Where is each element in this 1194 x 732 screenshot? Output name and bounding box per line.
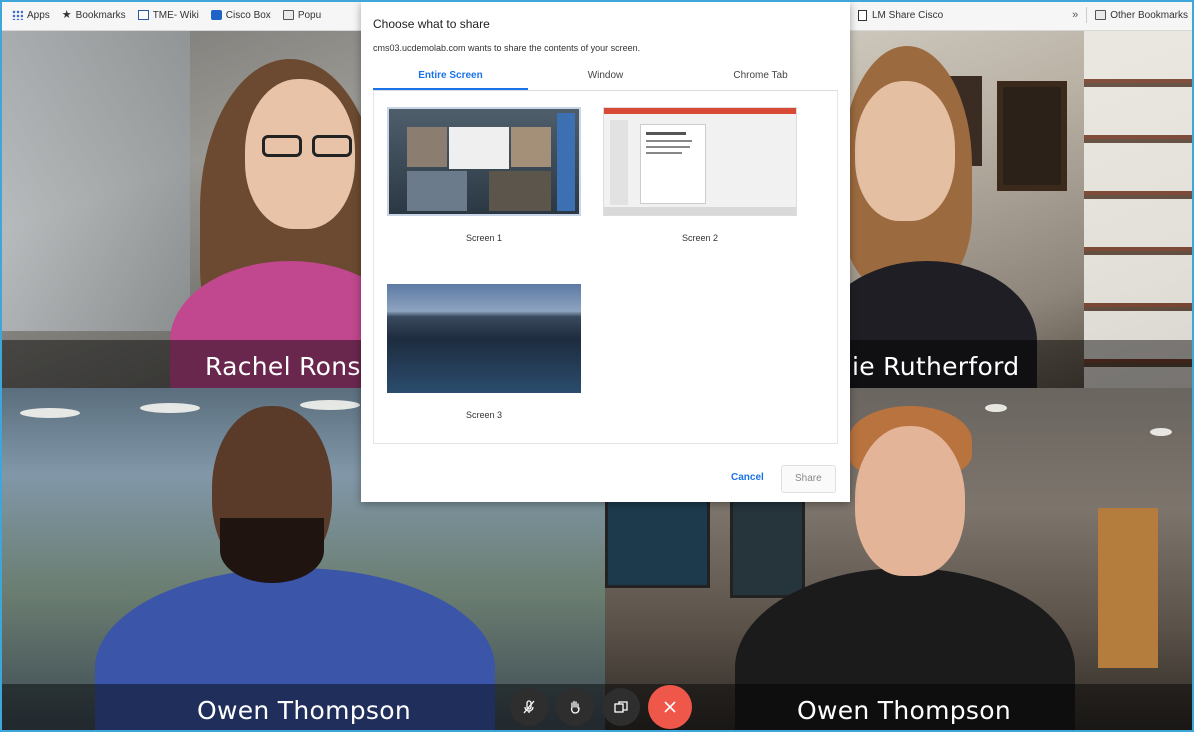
- tab-entire-screen[interactable]: Entire Screen: [373, 64, 528, 90]
- doc-icon: [858, 9, 867, 21]
- layout-button[interactable]: [602, 688, 640, 726]
- bookmark-label: TME- Wiki: [152, 9, 199, 21]
- end-call-icon: [664, 701, 676, 713]
- share-tabs: Entire Screen Window Chrome Tab: [373, 64, 838, 91]
- bookmark-label: Bookmarks: [75, 9, 126, 21]
- bookmark-label: Cisco Box: [225, 9, 271, 21]
- dialog-title: Choose what to share: [373, 17, 490, 31]
- bookmark-other[interactable]: Other Bookmarks: [1095, 10, 1188, 21]
- participant-name: Rachel Rons: [205, 352, 361, 381]
- bookmark-popular[interactable]: Popu: [282, 9, 322, 21]
- bookmark-apps[interactable]: Apps: [12, 10, 50, 21]
- bookmark-label: Apps: [27, 9, 50, 21]
- bookmark-label: Popu: [297, 9, 322, 21]
- bookmark-label: Other Bookmarks: [1110, 9, 1188, 21]
- screen-3-thumbnail[interactable]: [387, 284, 581, 393]
- screen-1-thumbnail[interactable]: [387, 107, 581, 216]
- screen-2-label: Screen 2: [681, 233, 719, 243]
- bookmark-cisco-box[interactable]: Cisco Box: [210, 9, 271, 21]
- dialog-subtitle: cms03.ucdemolab.com wants to share the c…: [373, 43, 641, 53]
- bookmark-tme-wiki[interactable]: TME- Wiki: [137, 9, 199, 21]
- screen-2-thumbnail[interactable]: [603, 107, 797, 216]
- star-icon: ★: [61, 8, 72, 21]
- wiki-icon: [137, 10, 149, 20]
- share-screen-dialog: Choose what to share cms03.ucdemolab.com…: [361, 2, 850, 502]
- screen-picker: Screen 1 Screen 2 Screen 3: [373, 90, 838, 444]
- divider: [1086, 7, 1088, 23]
- call-controls: [510, 685, 692, 729]
- folder-icon: [1095, 10, 1107, 20]
- folder-icon: [282, 10, 294, 20]
- screen-3-label: Screen 3: [465, 410, 503, 420]
- box-icon: [210, 10, 222, 20]
- bookmark-lm-share[interactable]: LM Share Cisco: [858, 0, 943, 30]
- participant-name: Owen Thompson: [197, 696, 411, 725]
- apps-grid-icon: [12, 10, 23, 20]
- bookmark-bookmarks[interactable]: ★ Bookmarks: [61, 8, 126, 21]
- bookmark-label: LM Share Cisco: [872, 9, 944, 21]
- raise-hand-icon: [570, 700, 580, 714]
- share-button[interactable]: Share: [781, 465, 836, 493]
- participant-name: Owen Thompson: [797, 696, 1011, 725]
- raise-hand-button[interactable]: [556, 688, 594, 726]
- screen-1-label: Screen 1: [465, 233, 503, 243]
- participant-name: ie Rutherford: [852, 352, 1020, 381]
- mic-muted-icon: [523, 700, 535, 714]
- mute-button[interactable]: [510, 688, 548, 726]
- tab-window[interactable]: Window: [528, 64, 683, 90]
- layout-icon: [614, 701, 628, 713]
- end-call-button[interactable]: [648, 685, 692, 729]
- bookmarks-overflow-button[interactable]: »: [1072, 9, 1078, 21]
- cancel-button[interactable]: Cancel: [718, 465, 777, 491]
- tab-chrome-tab[interactable]: Chrome Tab: [683, 64, 838, 90]
